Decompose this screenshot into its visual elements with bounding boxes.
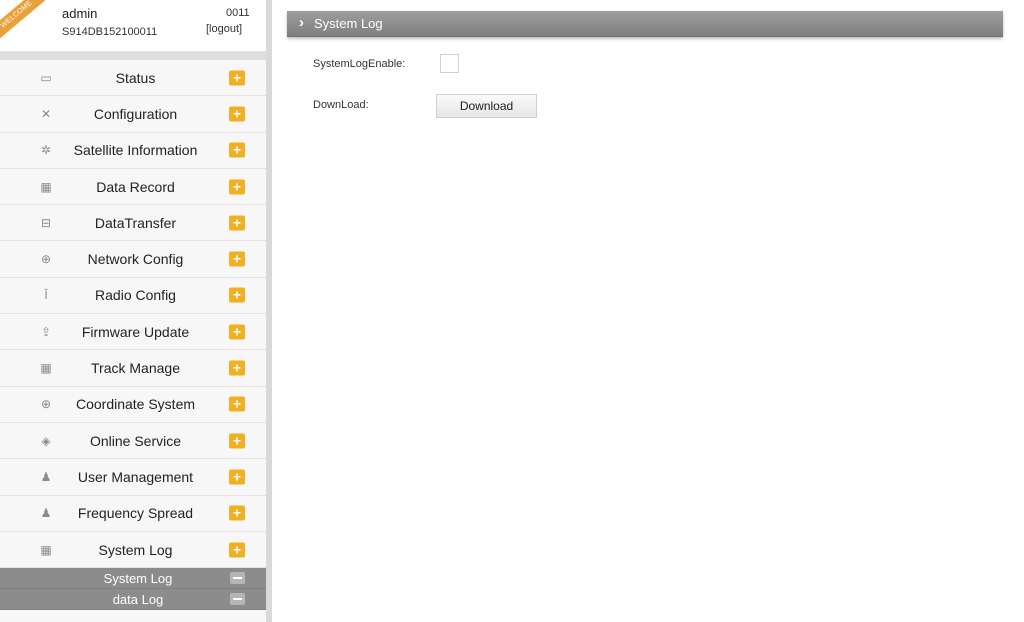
users-icon: ♟ — [40, 506, 52, 521]
nav-item-label: DataTransfer — [94, 214, 177, 231]
user-panel: WELCOME admin S914DB152100011 0011 [logo… — [0, 0, 266, 52]
nav-item-frequency-spread[interactable]: ♟ Frequency Spread + — [0, 495, 266, 532]
expand-plus-icon[interactable]: + — [229, 542, 245, 557]
nav-item-configuration[interactable]: ✕ Configuration + — [0, 96, 266, 133]
expand-plus-icon[interactable]: + — [229, 433, 245, 449]
download-button[interactable]: Download — [436, 94, 537, 118]
welcome-ribbon: WELCOME — [0, 0, 46, 41]
user-name: admin — [62, 6, 98, 21]
expand-plus-icon[interactable]: + — [229, 70, 245, 86]
users-icon: ♟ — [40, 469, 52, 484]
nav-item-system-log[interactable]: ▦ System Log + — [0, 531, 266, 569]
device-serial: S914DB152100011 — [62, 26, 158, 38]
chevron-right-icon: › — [299, 14, 304, 31]
user-id: 0011 — [226, 7, 250, 19]
nav-item-network-config[interactable]: ⊕ Network Config + — [0, 241, 266, 278]
nav-item-label: Track Manage — [91, 360, 180, 377]
page-header: › System Log — [287, 11, 1003, 37]
expand-plus-icon[interactable]: + — [229, 505, 245, 521]
nav-item-coordinate-system[interactable]: ⊕ Coordinate System + — [0, 386, 266, 423]
calendar-icon: ▦ — [40, 361, 52, 376]
nav-menu: ▭ Status + ✕ Configuration + ✲ Satellite Inform… — [0, 60, 266, 569]
expand-plus-icon[interactable]: + — [229, 142, 245, 158]
nav-item-track-manage[interactable]: ▦ Track Manage + — [0, 350, 266, 387]
expand-plus-icon[interactable]: + — [229, 179, 245, 195]
antenna-icon: Ῑ — [44, 288, 48, 303]
nav-item-label: Status — [115, 69, 156, 86]
satellite-icon: ✲ — [40, 143, 52, 158]
globe-icon: ⊕ — [40, 397, 52, 412]
nav-item-firmware-update[interactable]: ⇪ Firmware Update + — [0, 314, 266, 351]
nav-divider — [0, 52, 266, 60]
collapse-minus-icon[interactable] — [230, 593, 245, 606]
download-label: DownLoad: — [313, 99, 369, 111]
nav-item-label: User Management — [77, 468, 194, 485]
nav-item-label: Network Config — [87, 251, 184, 268]
log-enable-label: SystemLogEnable: — [313, 58, 406, 70]
subnav-item-label: data Log — [112, 591, 164, 607]
nav-item-datatransfer[interactable]: ⊟ DataTransfer + — [0, 205, 266, 242]
collapse-minus-icon[interactable] — [230, 572, 245, 585]
expand-plus-icon[interactable]: + — [229, 324, 245, 340]
nav-item-data-record[interactable]: ▦ Data Record + — [0, 168, 266, 206]
subnav-item-system-log[interactable]: System Log — [0, 568, 266, 590]
subnav-item-label: System Log — [103, 570, 173, 586]
nav-item-radio-config[interactable]: Ῑ Radio Config + — [0, 277, 266, 315]
nav-item-label: Firmware Update — [81, 323, 190, 340]
expand-plus-icon[interactable]: + — [229, 106, 245, 122]
nav-item-status[interactable]: ▭ Status + — [0, 60, 266, 97]
sidebar-panel: WELCOME admin S914DB152100011 0011 [logo… — [0, 0, 266, 622]
expand-plus-icon[interactable]: + — [229, 215, 245, 231]
main-content: › System Log SystemLogEnable: DownLoad: … — [272, 0, 1024, 622]
nav-item-label: Satellite Information — [73, 142, 198, 159]
tools-icon: ✕ — [40, 106, 52, 121]
globe-icon: ⊕ — [40, 252, 52, 267]
subnav-item-data-log[interactable]: data Log — [0, 589, 266, 611]
calendar-icon: ▦ — [40, 542, 52, 557]
nav-item-satellite-information[interactable]: ✲ Satellite Information + — [0, 132, 266, 169]
calendar-icon: ▦ — [40, 179, 52, 194]
nav-item-label: Configuration — [93, 105, 178, 122]
monitor-icon: ▭ — [40, 70, 52, 85]
expand-plus-icon[interactable]: + — [229, 287, 245, 303]
expand-plus-icon[interactable]: + — [229, 251, 245, 267]
page-title: System Log — [314, 16, 383, 31]
nav-item-label: Coordinate System — [75, 396, 196, 413]
nav-item-label: Data Record — [96, 178, 175, 195]
expand-plus-icon[interactable]: + — [229, 360, 245, 376]
system-log-submenu: System Log data Log — [0, 568, 266, 611]
logout-link[interactable]: [logout] — [206, 23, 242, 35]
log-enable-checkbox[interactable] — [440, 54, 459, 73]
nav-item-label: Online Service — [89, 432, 182, 449]
nav-item-label: Radio Config — [95, 287, 176, 304]
expand-plus-icon[interactable]: + — [229, 469, 245, 485]
nav-item-label: Frequency Spread — [77, 505, 194, 522]
sidebar: WELCOME admin S914DB152100011 0011 [logo… — [0, 0, 272, 622]
nav-item-label: System Log — [98, 541, 173, 558]
network-transfer-icon: ⊟ — [40, 215, 52, 230]
nav-item-online-service[interactable]: ◈ Online Service + — [0, 422, 266, 460]
upload-icon: ⇪ — [40, 324, 52, 339]
expand-plus-icon[interactable]: + — [229, 396, 245, 412]
nav-item-user-management[interactable]: ♟ User Management + — [0, 459, 266, 496]
cube-icon: ◈ — [41, 433, 51, 448]
